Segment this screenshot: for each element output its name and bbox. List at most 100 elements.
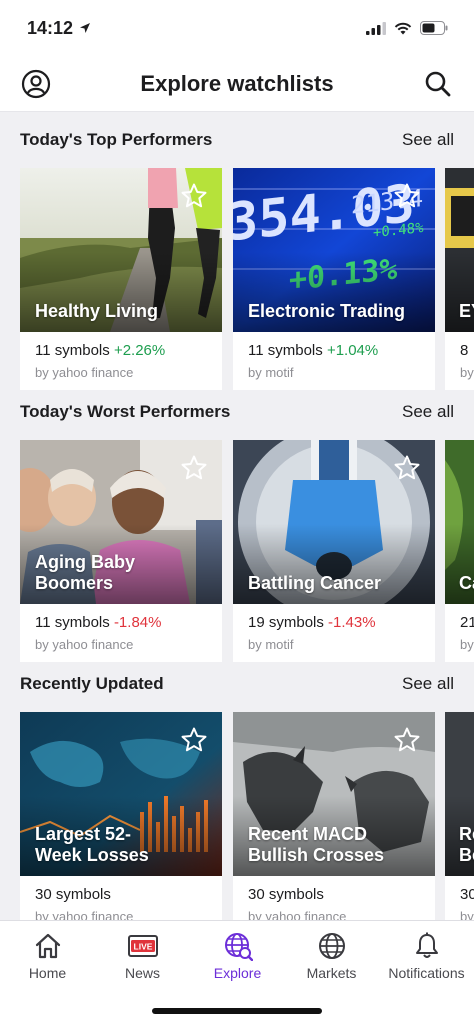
card-carousel[interactable]: Largest 52-Week Losses 30 symbols by yah… [0,712,474,920]
card-title: Battling Cancer [248,573,382,593]
card-author: by motif [248,637,294,652]
bell-icon [411,931,443,961]
symbol-count: 19 symbols [248,614,324,631]
watchlist-card[interactable]: 354.03 +0.13% 213.4 +0.48% Electronic Tr… [233,168,435,390]
section-title: Recently Updated [20,674,164,693]
card-author: by yahoo finance [35,637,134,652]
card-carousel[interactable]: Healthy Living 11 symbols +2.26% by yaho… [0,168,474,390]
live-news-icon: LIVE [127,931,159,961]
card-image: EY G [445,168,474,332]
tab-label: News [124,965,160,981]
percent-change: +2.26% [113,342,166,359]
card-title: Ca [459,573,474,593]
page-title: Explore watchlists [140,70,334,96]
card-meta: 8 by y [445,332,474,380]
section-recently-updated: Recently Updated See all Largest 52-Week… [0,656,474,920]
location-arrow-icon [80,23,91,33]
card-meta: 30 symbols by yahoo finance [233,876,435,920]
percent-change: +1.04% [326,342,379,359]
star-icon[interactable] [393,454,421,482]
card-meta: 19 symbols -1.43% by motif [233,604,435,652]
star-icon[interactable] [180,454,208,482]
tab-label: Home [28,965,67,981]
symbol-count: 11 symbols [35,614,110,631]
search-button[interactable] [422,68,454,100]
battery-icon [420,21,448,35]
watchlist-card[interactable]: Aging Baby Boomers 11 symbols -1.84% by … [20,440,222,662]
watchlist-card[interactable]: Battling Cancer 19 symbols -1.43% by mot… [233,440,435,662]
section-header: Today's Top Performers See all [0,112,474,168]
card-image: 354.03 +0.13% 213.4 +0.48% Electronic Tr… [233,168,435,332]
section-worst-performers: Today's Worst Performers See all Aging B… [0,384,474,662]
tab-home[interactable]: Home [0,931,95,981]
status-time: 14:12 [27,18,91,39]
star-icon[interactable] [393,182,421,210]
symbol-count: 11 symbols [248,342,323,359]
card-author: by y [460,365,474,380]
card-author: by motif [248,365,294,380]
tab-markets[interactable]: Markets [284,931,379,981]
percent-change: -1.84% [113,614,162,631]
card-author: by yahoo finance [248,909,347,920]
see-all-link[interactable]: See all [402,674,454,694]
card-meta: 11 symbols +2.26% by yahoo finance [20,332,222,380]
symbol-count: 21 [460,614,474,631]
card-title: Largest 52-Week Losses [35,824,149,865]
card-meta: 11 symbols +1.04% by motif [233,332,435,380]
tab-notifications[interactable]: Notifications [379,931,474,981]
card-meta: 30 symbols by yahoo finance [20,876,222,920]
section-title: Today's Top Performers [20,130,213,149]
section-header: Today's Worst Performers See all [0,384,474,440]
symbol-count: 8 [460,342,469,359]
watchlist-card[interactable]: Recent MACD Bullish Crosses 30 symbols b… [233,712,435,920]
card-author: by [460,637,474,652]
section-header: Recently Updated See all [0,656,474,712]
symbol-count: 30 symbols [248,886,324,903]
see-all-link[interactable]: See all [402,402,454,422]
card-meta: 30 by y [445,876,474,920]
card-image: Re Be [445,712,474,876]
card-title: Re Be [459,824,474,865]
cellular-signal-icon [366,21,386,35]
symbol-count: 11 symbols [35,342,110,359]
watchlist-card-partial[interactable]: Ca 21 by [445,440,474,662]
card-author: by yahoo finance [35,909,134,920]
section-top-performers: Today's Top Performers See all Healthy L… [0,112,474,390]
watchlist-card-partial[interactable]: Re Be 30 by y [445,712,474,920]
watchlist-card[interactable]: Largest 52-Week Losses 30 symbols by yah… [20,712,222,920]
watchlist-card[interactable]: Healthy Living 11 symbols +2.26% by yaho… [20,168,222,390]
explore-globe-icon [222,931,254,961]
card-carousel[interactable]: Aging Baby Boomers 11 symbols -1.84% by … [0,440,474,662]
watchlists-content[interactable]: Today's Top Performers See all Healthy L… [0,112,474,920]
card-title: Healthy Living [35,301,159,321]
card-author: by y [460,909,474,920]
tab-label: Notifications [388,965,465,981]
card-title: EY G [459,301,474,321]
see-all-link[interactable]: See all [402,130,454,150]
card-image: Healthy Living [20,168,222,332]
tab-explore[interactable]: Explore [190,931,285,981]
tab-label: Markets [306,965,357,981]
symbol-count-row: 11 symbols -1.84% [35,614,207,631]
card-author: by yahoo finance [35,365,134,380]
watchlist-card-partial[interactable]: EY G 8 by y [445,168,474,390]
card-title: Aging Baby Boomers [35,552,136,593]
symbol-count-row: 11 symbols +2.26% [35,342,207,359]
section-title: Today's Worst Performers [20,402,231,421]
tab-news[interactable]: LIVE News [95,931,190,981]
star-icon[interactable] [180,726,208,754]
app-header: Explore watchlists [0,56,474,112]
home-icon [32,931,64,961]
profile-button[interactable] [20,68,52,100]
card-image: Aging Baby Boomers [20,440,222,604]
card-image: Battling Cancer [233,440,435,604]
card-title: Electronic Trading [248,301,406,321]
card-meta: 11 symbols -1.84% by yahoo finance [20,604,222,652]
star-icon[interactable] [180,182,208,210]
status-indicators [366,21,448,35]
symbol-count: 30 symbols [35,886,111,903]
profile-icon [21,69,51,99]
card-image: Ca [445,440,474,604]
star-icon[interactable] [393,726,421,754]
live-badge: LIVE [133,942,152,952]
